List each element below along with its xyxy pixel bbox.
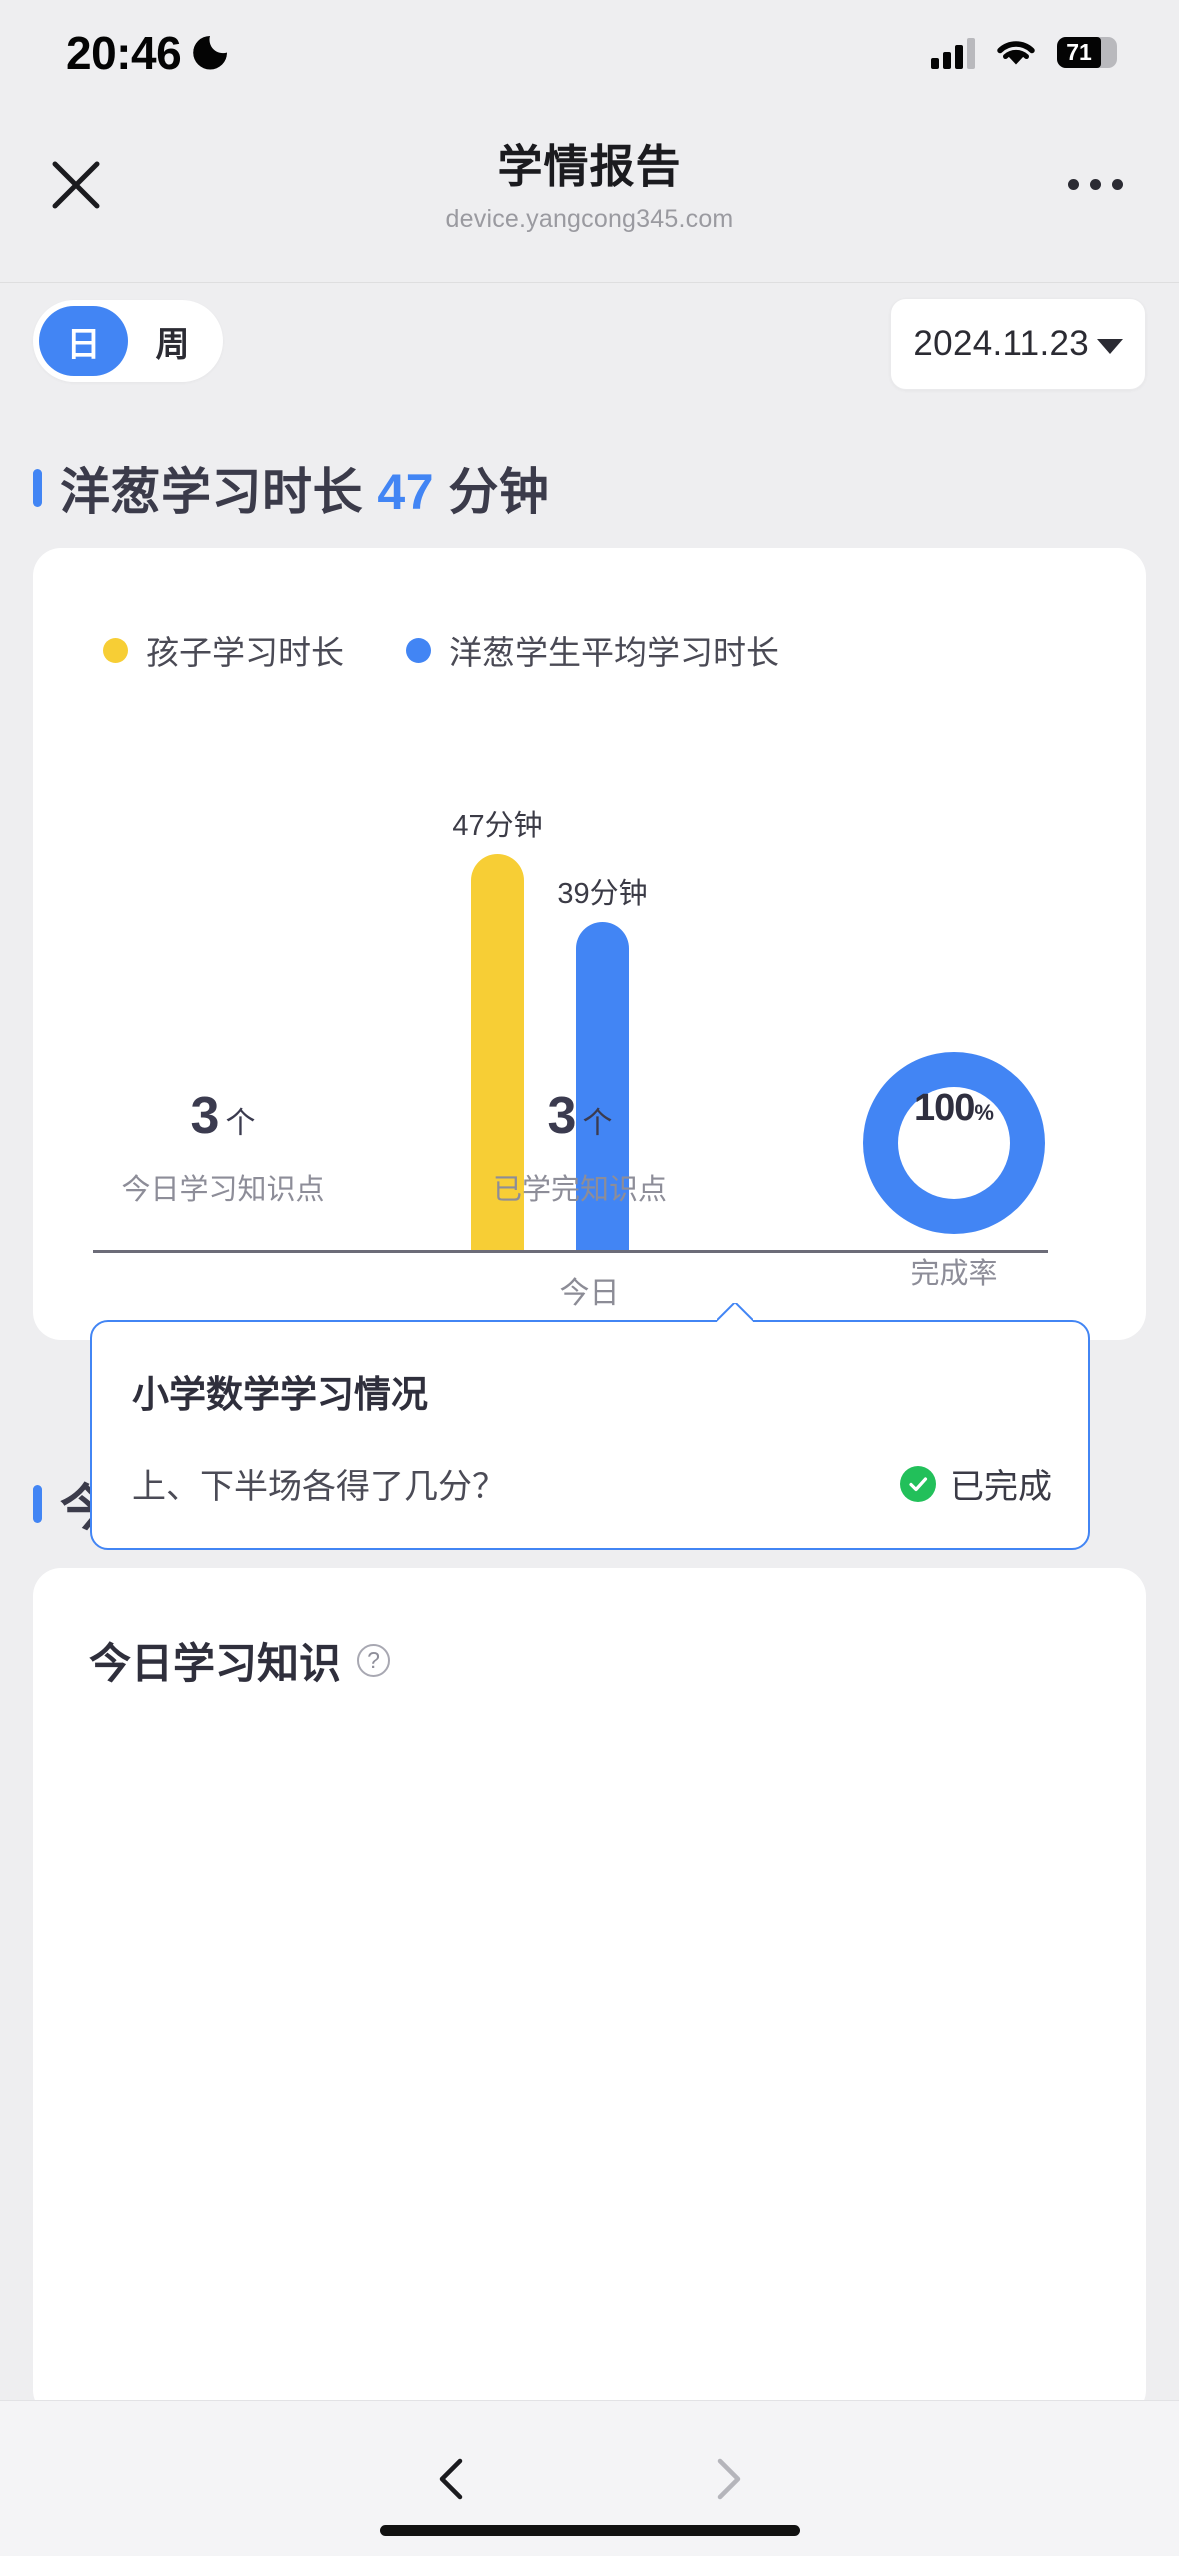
more-options-icon <box>1067 178 1079 190</box>
chevron-right-icon <box>717 2458 740 2499</box>
date-picker[interactable]: 2024.11.23 <box>890 298 1146 390</box>
battery-level: 71 <box>1066 39 1092 65</box>
stat-label: 今日学习知识点 <box>121 1174 325 1206</box>
status-badge: 已完成 <box>900 1459 1052 1508</box>
check-circle-icon <box>900 1465 936 1502</box>
tab-week[interactable]: 周 <box>128 306 217 376</box>
stat-value: 3 <box>547 1087 577 1145</box>
wifi-icon <box>995 37 1037 69</box>
status-bar: 20:46 71 <box>0 0 1179 105</box>
home-indicator <box>379 2525 800 2536</box>
heading-text: 洋葱学习时长 47 分钟 <box>60 452 549 524</box>
chevron-left-icon <box>439 2458 462 2499</box>
donut-center: 100% <box>898 1087 1010 1199</box>
tab-day[interactable]: 日 <box>39 306 128 376</box>
status-bar-left: 20:46 <box>66 26 227 80</box>
browser-nav-bar: 学情报告 device.yangcong345.com <box>0 105 1179 283</box>
moon-icon <box>193 36 227 70</box>
section-heading-study-duration: 洋葱学习时长 47 分钟 <box>33 452 549 524</box>
filter-toolbar: 日 周 2024.11.23 <box>0 298 1179 410</box>
more-options-button[interactable] <box>1053 149 1137 219</box>
completion-rate-caption: 完成率 <box>910 1258 998 1290</box>
heading-suffix: 分钟 <box>434 464 550 520</box>
heading-prefix: 洋葱学习时长 <box>60 464 378 520</box>
status-bar-right: 71 <box>931 37 1117 69</box>
battery-icon: 71 <box>1057 37 1117 68</box>
chevron-down-icon <box>1097 338 1123 354</box>
completion-rate-widget: 100% 完成率 <box>848 1052 1060 1292</box>
stat-value-wrap: 3个 <box>390 1086 770 1146</box>
nav-title-block: 学情报告 device.yangcong345.com <box>0 130 1179 234</box>
percent-symbol: % <box>974 1100 994 1125</box>
stat-value: 3 <box>190 1087 220 1145</box>
stat-today-knowledge-points: 3个 今日学习知识点 <box>33 1086 413 1208</box>
stat-completed-knowledge-points: 3个 已学完知识点 <box>390 1086 770 1208</box>
page-url: device.yangcong345.com <box>445 205 734 233</box>
stat-label: 已学完知识点 <box>492 1174 667 1206</box>
knowledge-card-header: 今日学习知识 ? <box>89 1630 391 1691</box>
bar-value-label: 39分钟 <box>557 878 648 910</box>
subject-detail-tooltip: 小学数学学习情况 上、下半场各得了几分？ 已完成 <box>90 1320 1090 1550</box>
date-picker-value: 2024.11.23 <box>913 324 1089 363</box>
stat-unit: 个 <box>225 1107 256 1140</box>
forward-button[interactable] <box>683 2435 771 2523</box>
knowledge-summary-card: 今日学习知识 ? <box>33 1568 1146 2418</box>
heading-accent-bar <box>33 1485 42 1523</box>
knowledge-card-title: 今日学习知识 <box>89 1640 342 1687</box>
tooltip-arrow <box>717 1303 753 1322</box>
donut-chart: 100% <box>863 1052 1045 1234</box>
cellular-signal-icon <box>931 37 975 69</box>
heading-value: 47 <box>377 464 435 520</box>
phone-screen: 20:46 71 学情报告 device.yangcong345.com 日 周… <box>0 0 1179 2556</box>
back-button[interactable] <box>409 2435 497 2523</box>
stat-unit: 个 <box>582 1107 613 1140</box>
page-title: 学情报告 <box>497 141 682 192</box>
completion-rate-value: 100 <box>914 1087 975 1129</box>
status-bar-clock: 20:46 <box>66 26 182 79</box>
period-segmented-control[interactable]: 日 周 <box>33 300 223 382</box>
status-label: 已完成 <box>950 1468 1052 1506</box>
heading-accent-bar <box>33 469 42 507</box>
tooltip-title: 小学数学学习情况 <box>132 1374 428 1415</box>
stat-value-wrap: 3个 <box>33 1086 413 1146</box>
tooltip-question-text: 上、下半场各得了几分？ <box>132 1468 506 1506</box>
bar-value-label: 47分钟 <box>452 810 543 842</box>
tooltip-row[interactable]: 上、下半场各得了几分？ 已完成 <box>132 1459 1052 1508</box>
question-mark-icon[interactable]: ? <box>357 1644 391 1677</box>
